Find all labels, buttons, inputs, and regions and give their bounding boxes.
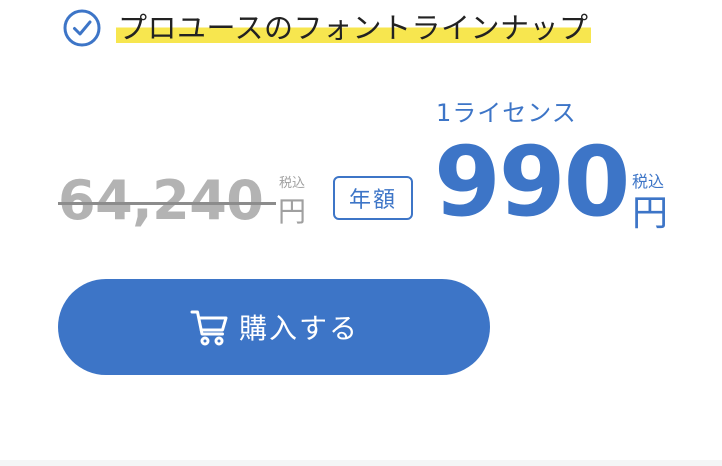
feature-item: プロユースのフォントラインナップ: [62, 6, 591, 50]
original-price-tax-label: 税込: [279, 176, 306, 191]
cart-icon: [190, 310, 228, 346]
feature-label: プロユースのフォントラインナップ: [116, 10, 591, 46]
check-circle-icon: [63, 9, 101, 47]
license-label: 1ライセンス: [436, 99, 577, 127]
current-price-currency: 円: [632, 193, 669, 234]
strikethrough-line: [58, 202, 276, 205]
annual-badge: 年額: [333, 176, 413, 220]
section-divider: [0, 460, 722, 466]
buy-button[interactable]: 購入する: [58, 279, 490, 375]
buy-button-label: 購入する: [238, 312, 359, 345]
current-price: 990: [434, 126, 630, 238]
original-price: 64,240: [58, 169, 264, 232]
pricing-panel: プロユースのフォントラインナップ 64,240 税込 円 年額 1ライセンス 9…: [0, 0, 722, 466]
original-price-currency: 円: [278, 195, 307, 228]
